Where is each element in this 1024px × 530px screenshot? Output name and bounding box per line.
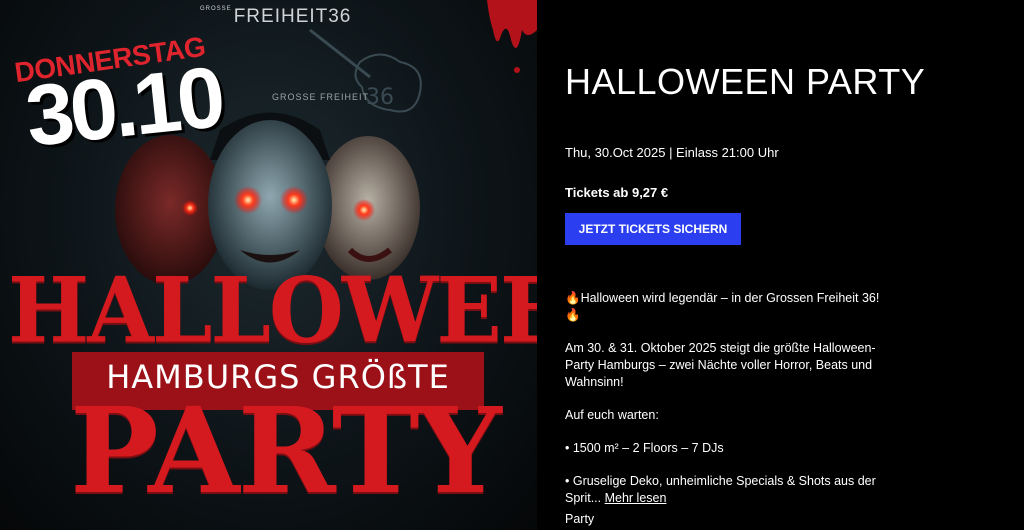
buy-tickets-button[interactable]: JETZT TICKETS SICHERN	[565, 213, 741, 245]
poster-party: PARTY	[70, 381, 502, 520]
event-category: Party	[565, 512, 595, 526]
event-meta: Thu, 30.Oct 2025 | Einlass 21:00 Uhr	[565, 145, 779, 160]
blood-drip-graphic	[487, 0, 537, 73]
ticket-price: Tickets ab 9,27 €	[565, 185, 669, 200]
poster-headline: HALLOWEEN	[8, 257, 537, 364]
description-list-item: • 1500 m² – 2 Floors – 7 DJs	[565, 441, 724, 455]
description-text: Am 30. & 31. Oktober 2025 steigt die grö…	[565, 341, 876, 389]
event-title-text: HALLOWEEN PARTY	[565, 61, 926, 102]
event-poster: GROSSE FREIHEIT36 36 GROSSE FREIHEIT DONN…	[0, 0, 537, 530]
description-list-heading: Auf euch warten:	[565, 408, 659, 422]
description-list-item-truncated: • Gruselige Deko, unheimliche Specials &…	[565, 473, 885, 507]
event-description: 🔥Halloween wird legendär – in der Grosse…	[565, 290, 885, 523]
read-more-link[interactable]: Mehr lesen	[605, 491, 667, 505]
event-title: HALLOWEEN PARTY	[565, 62, 925, 102]
description-intro: 🔥Halloween wird legendär – in der Grosse…	[565, 291, 880, 322]
